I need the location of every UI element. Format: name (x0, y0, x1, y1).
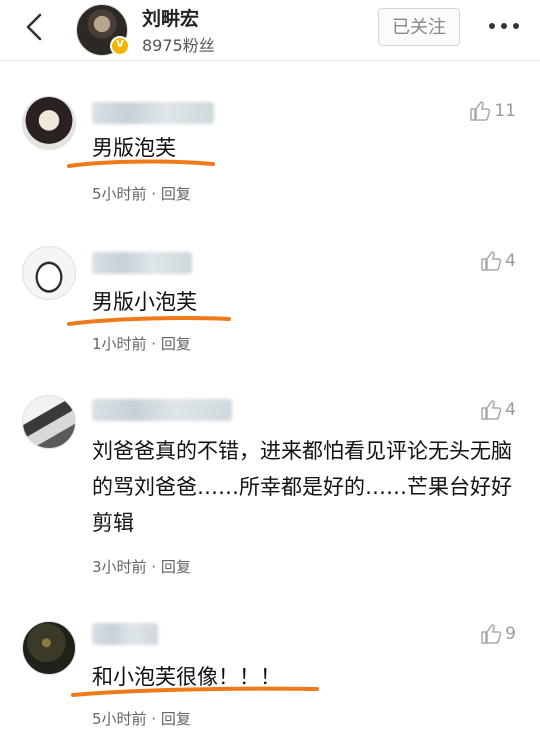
thumbs-up-icon (481, 624, 502, 644)
commenter-avatar[interactable] (22, 246, 76, 300)
comment-item: 4 刘爸爸真的不错，进来都怕看见评论无头无脑的骂刘爸爸……所幸都是好的……芒果台… (0, 393, 540, 593)
highlight-underline (67, 159, 215, 168)
chevron-left-icon (26, 13, 42, 41)
comment-item: 11 男版泡芙 5小时前 · 回复 (0, 92, 540, 212)
commenter-username[interactable] (92, 399, 232, 421)
more-button[interactable] (484, 10, 524, 42)
commenter-avatar[interactable] (22, 96, 76, 150)
commenter-username[interactable] (92, 252, 192, 274)
like-count: 9 (505, 624, 516, 644)
like-button[interactable]: 4 (479, 397, 516, 423)
comment-item: 4 男版小泡芙 1小时前 · 回复 (0, 244, 540, 364)
like-button[interactable]: 11 (468, 98, 516, 124)
like-count: 4 (505, 251, 516, 271)
like-button[interactable]: 4 (479, 248, 516, 274)
profile-header: V 刘畊宏 8975粉丝 已关注 (0, 0, 540, 61)
comment-meta[interactable]: 5小时前 · 回复 (92, 708, 191, 729)
follow-button[interactable]: 已关注 (378, 8, 460, 46)
profile-name[interactable]: 刘畊宏 (142, 4, 199, 31)
verified-badge-icon: V (110, 36, 130, 56)
highlight-underline (71, 686, 319, 697)
like-button[interactable]: 9 (479, 621, 516, 647)
thumbs-up-icon (481, 251, 502, 271)
comment-text: 刘爸爸真的不错，进来都怕看见评论无头无脑的骂刘爸爸……所幸都是好的……芒果台好好… (92, 439, 512, 535)
fans-count: 8975粉丝 (142, 36, 215, 55)
back-button[interactable] (20, 10, 50, 44)
comments-page: V 刘畊宏 8975粉丝 已关注 11 男版泡芙 5小时前 · 回复 4 男版小… (0, 0, 540, 753)
comment-meta[interactable]: 5小时前 · 回复 (92, 183, 191, 204)
comment-item: 9 和小泡芙很像！！！ 5小时前 · 回复 (0, 617, 540, 737)
profile-avatar[interactable]: V (76, 4, 130, 56)
commenter-username[interactable] (92, 623, 158, 645)
comment-meta[interactable]: 1小时前 · 回复 (92, 333, 191, 354)
thumbs-up-icon (470, 101, 491, 121)
more-dots-icon (489, 23, 519, 29)
commenter-avatar[interactable] (22, 621, 76, 675)
commenter-avatar[interactable] (22, 395, 76, 449)
comment-meta[interactable]: 3小时前 · 回复 (92, 556, 191, 577)
like-count: 11 (494, 101, 516, 121)
like-count: 4 (505, 400, 516, 420)
thumbs-up-icon (481, 400, 502, 420)
highlight-underline (67, 316, 231, 326)
commenter-username[interactable] (92, 102, 214, 124)
